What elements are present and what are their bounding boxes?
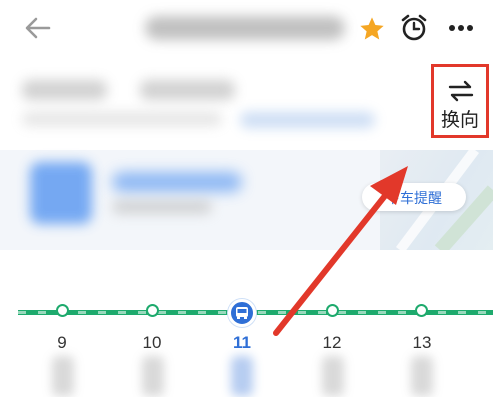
line-title-blurred xyxy=(145,16,345,40)
stop-number-11-current: 11 xyxy=(233,333,251,352)
stop-number-9: 9 xyxy=(57,333,67,352)
back-arrow-icon[interactable] xyxy=(22,12,54,44)
first-last-bus-info-blurred xyxy=(22,80,107,100)
alarm-clock-icon[interactable] xyxy=(399,13,429,43)
star-icon[interactable] xyxy=(358,15,386,43)
bus-arrival-time-blurred xyxy=(112,172,242,192)
bus-distance-blurred xyxy=(112,200,212,214)
stop-marker-10[interactable] xyxy=(146,304,159,317)
stop-name-blurred xyxy=(231,356,253,396)
stop-marker-12[interactable] xyxy=(326,304,339,317)
stop-number-10: 10 xyxy=(142,333,162,352)
alight-reminder-label: 下车提醒 xyxy=(386,190,442,206)
alight-reminder-button[interactable]: 下车提醒 xyxy=(362,183,466,211)
stop-name-blurred xyxy=(322,356,344,396)
fare-info-blurred xyxy=(240,112,375,128)
stop-marker-9[interactable] xyxy=(56,304,69,317)
switch-direction-button[interactable]: 换向 xyxy=(431,64,489,138)
switch-direction-label: 换向 xyxy=(440,110,479,131)
bus-icon xyxy=(236,307,248,319)
swap-arrows-icon xyxy=(448,80,474,102)
stop-marker-13[interactable] xyxy=(415,304,428,317)
current-stop-marker[interactable] xyxy=(228,299,256,327)
stop-name-blurred xyxy=(52,356,74,396)
interval-info-blurred xyxy=(140,80,235,100)
stop-number-13: 13 xyxy=(412,333,432,352)
stop-name-blurred xyxy=(142,356,164,396)
stop-name-blurred xyxy=(411,356,433,396)
route-detail-blurred xyxy=(22,112,222,126)
top-bar xyxy=(0,0,493,56)
stop-number-12: 12 xyxy=(322,333,342,352)
more-dots-icon[interactable] xyxy=(446,14,476,42)
bus-icon-blurred xyxy=(30,162,92,224)
